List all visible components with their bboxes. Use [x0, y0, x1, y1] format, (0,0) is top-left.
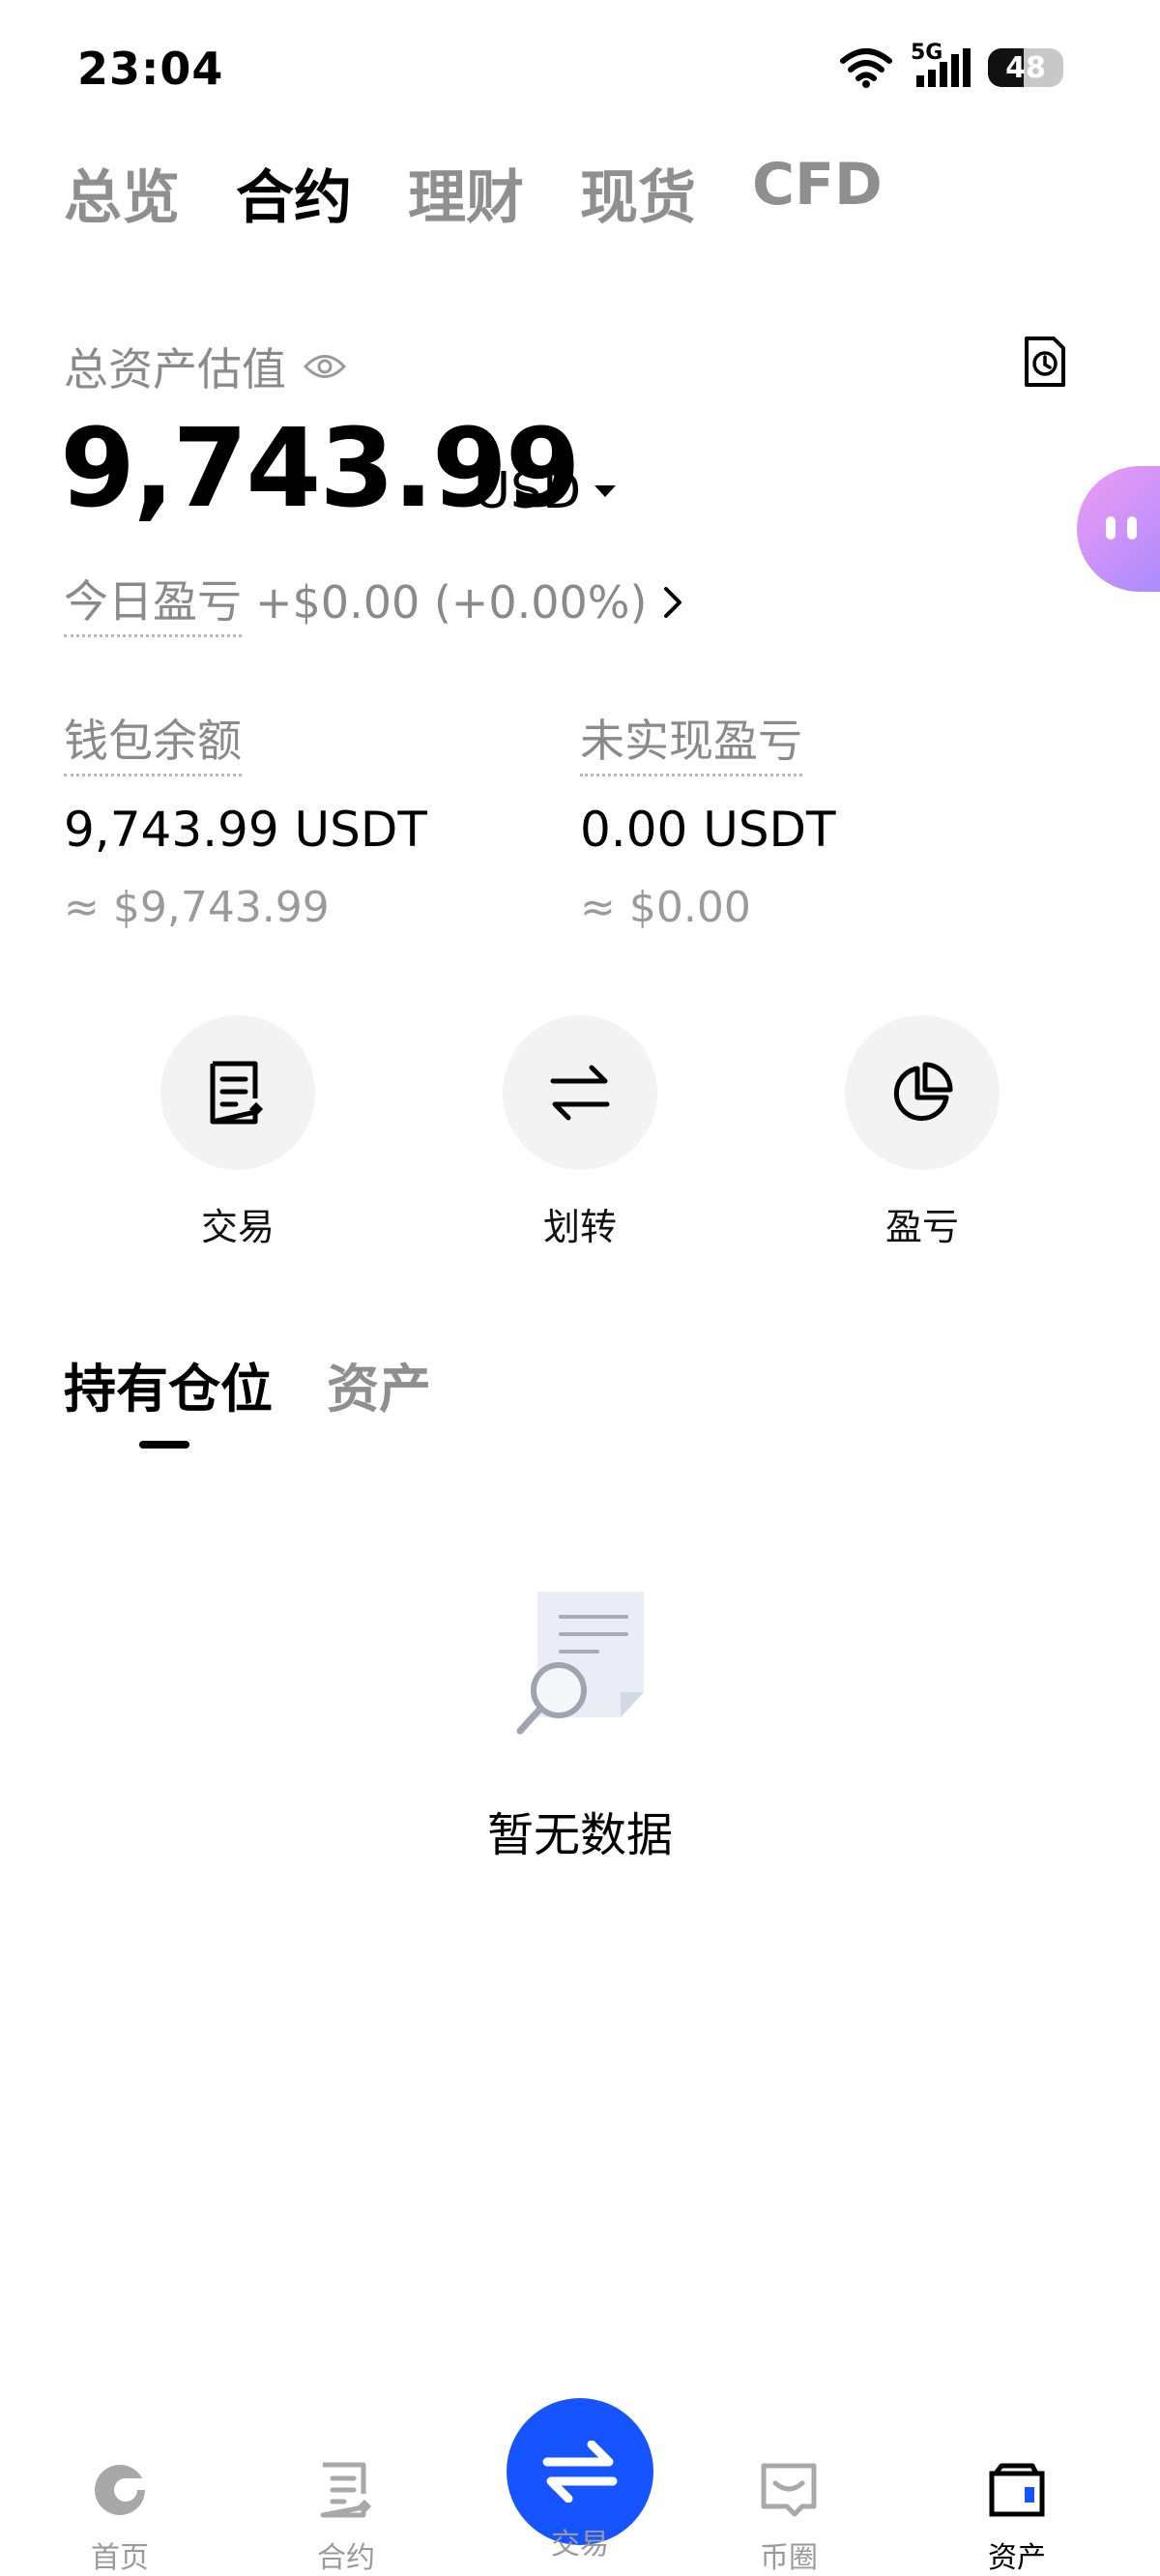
unrealized-pnl-value: 0.00 USDT: [580, 802, 836, 858]
total-assets-label: 总资产估值: [64, 343, 286, 395]
wallet-balance-label[interactable]: 钱包余额: [64, 706, 242, 776]
nav-contract-label: 合约: [317, 2541, 375, 2575]
chevron-right-icon: [664, 586, 682, 618]
transfer-action-label: 划转: [542, 1206, 617, 1248]
orders-icon: [210, 1061, 264, 1125]
nav-assets-label: 资产: [988, 2541, 1046, 2575]
cell-signal-icon: 5G: [911, 41, 971, 89]
active-tab-indicator: [139, 1441, 189, 1449]
currency-selector[interactable]: USD: [474, 462, 617, 520]
status-time: 23:04: [77, 43, 224, 95]
wallet-icon: [989, 2463, 1045, 2517]
wallet-balance-block: 钱包余额 9,743.99 USDT ≈ $9,743.99: [64, 706, 427, 932]
nav-community[interactable]: 币圈: [711, 2456, 866, 2576]
tab-overview[interactable]: 总览: [64, 151, 180, 235]
community-icon: [761, 2463, 817, 2517]
tab-cfd[interactable]: CFD: [752, 151, 883, 235]
pnl-action-label: 盈亏: [884, 1206, 959, 1248]
tab-assets[interactable]: 资产: [327, 1346, 431, 1422]
trade-swap-icon: [542, 2441, 618, 2503]
empty-document-search-icon: [516, 1592, 644, 1735]
nav-contract[interactable]: 合约: [269, 2456, 423, 2576]
nav-assets[interactable]: 资产: [940, 2456, 1094, 2576]
wallet-balance-value: 9,743.99 USDT: [64, 802, 427, 858]
bot-eye-icon: [1127, 516, 1137, 540]
wifi-icon: [840, 48, 892, 88]
bottom-nav: 首页 合约 交易 币圈 资产: [0, 2398, 1160, 2576]
transfer-action-button[interactable]: 划转: [503, 1015, 657, 1250]
history-report-icon[interactable]: [1023, 335, 1067, 389]
caret-down-icon: [594, 485, 617, 497]
unrealized-pnl-label[interactable]: 未实现盈亏: [580, 706, 802, 776]
trade-action-button[interactable]: 交易: [160, 1015, 315, 1250]
pnl-action-button[interactable]: 盈亏: [845, 1015, 1000, 1250]
battery-indicator: 48: [988, 48, 1063, 87]
status-icons: 5G 48: [839, 41, 1063, 89]
tab-spot[interactable]: 现货: [580, 151, 696, 235]
unrealized-pnl-block: 未实现盈亏 0.00 USDT ≈ $0.00: [580, 706, 836, 932]
tab-positions[interactable]: 持有仓位: [64, 1346, 273, 1422]
eye-icon[interactable]: [304, 352, 346, 381]
today-pnl-label: 今日盈亏: [64, 567, 242, 637]
assistant-bot-button[interactable]: [1077, 466, 1160, 592]
nav-home[interactable]: 首页: [43, 2456, 197, 2576]
nav-trade-label: 交易: [551, 2528, 609, 2561]
today-pnl-value: +$0.00 (+0.00%): [255, 575, 648, 629]
tab-contract[interactable]: 合约: [236, 151, 352, 235]
battery-level: 48: [1005, 50, 1046, 85]
home-icon: [95, 2465, 149, 2515]
tab-finance[interactable]: 理财: [408, 151, 524, 235]
nav-community-label: 币圈: [760, 2541, 818, 2575]
section-tabs: 持有仓位 资产: [64, 1346, 431, 1422]
wallet-balance-approx: ≈ $9,743.99: [64, 883, 330, 932]
empty-state-text: 暂无数据: [486, 1808, 673, 1862]
transfer-icon: [550, 1065, 610, 1121]
unrealized-pnl-approx: ≈ $0.00: [580, 883, 751, 932]
bot-eye-icon: [1106, 516, 1116, 540]
today-pnl-row[interactable]: 今日盈亏 +$0.00 (+0.00%): [64, 567, 685, 637]
currency-label: USD: [474, 462, 582, 520]
total-assets-label-row: 总资产估值: [64, 335, 346, 398]
trade-action-label: 交易: [200, 1206, 275, 1248]
nav-home-label: 首页: [91, 2541, 149, 2575]
pie-chart-icon: [893, 1062, 953, 1122]
contract-icon: [320, 2462, 372, 2518]
top-tabs: 总览 合约 理财 现货 CFD: [64, 151, 883, 235]
